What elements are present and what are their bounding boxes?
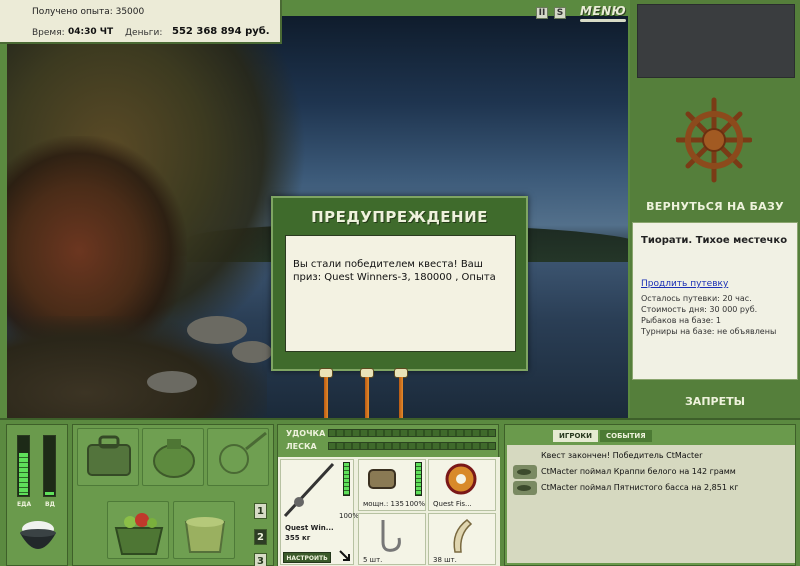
dialog-message: Вы стали победителем квеста! Ваш приз: Q… [293,259,496,283]
pause-button[interactable]: II [536,7,548,19]
rod-cell[interactable]: 100% Quest Win... 355 кг НАСТРОИТЬ [280,459,359,565]
cauldron-icon[interactable] [15,517,61,561]
basket-slot[interactable] [107,501,169,559]
trip-remaining: Осталось путевки: 20 час. [641,294,752,303]
fishers-count: Рыбаков на базе: 1 [641,316,721,325]
rock [232,341,272,363]
inventory-panel: 1 2 3 [72,424,274,566]
meters-panel: ЕДА ВД [6,424,68,566]
preview-screen [637,4,795,78]
line-cell[interactable]: Quest Fis... [428,459,496,511]
time-value: 04:30 ЧТ [68,27,114,37]
bottom-panel: ЕДА ВД 1 2 3 УДОЧКА ЛЕСКА 100% Quest Win… [0,418,800,566]
location-card: Тиорати. Тихое местечко Продлить путевку… [632,222,798,380]
line-tension-track [328,442,496,450]
line-name: Quest Fis... [433,500,472,508]
right-panel: ВЕРНУТЬСЯ НА БАЗУ Тиорати. Тихое местечк… [630,0,800,418]
arrow-down-right-icon [339,550,350,561]
line-spool-icon [445,463,477,495]
tab-events[interactable]: СОБЫТИЯ [599,430,652,442]
vodka-meter [43,435,56,497]
reel-icon [368,469,396,489]
net-slot[interactable] [207,428,269,486]
experience-text: Получено опыта: 35000 [32,7,145,17]
food-meter [17,435,30,497]
food-label: ЕДА [17,501,32,508]
rod-durability-bar [343,462,350,496]
game-root: Получено опыта: 35000 Время: 04:30 ЧТ Де… [0,0,800,566]
bait-count: 38 шт. [433,556,457,564]
money-value: 552 368 894 руб. [172,26,270,37]
event-message: Квест закончен! Победитель CtMacter [541,451,703,460]
line-tension-label: ЛЕСКА [286,442,317,451]
fish-icon [513,481,537,495]
reel-percent: 100% [405,500,426,508]
tournaments-info: Турниры на базе: не объявлены [641,327,777,336]
fish-icon [513,465,537,479]
rock [187,316,247,344]
bucket-slot[interactable] [173,501,235,559]
rock [147,371,197,393]
rod-tension-label: УДОЧКА [286,429,326,438]
menu-button[interactable]: MENЮ [580,4,626,22]
inventory-page-2[interactable]: 2 [254,529,267,545]
setup-button[interactable]: НАСТРОИТЬ [283,552,331,563]
rod-float[interactable] [390,368,412,418]
extend-trip-link[interactable]: Продлить путевку [641,279,728,289]
events-log: Квест закончен! Победитель CtMacter CtMa… [507,445,795,563]
tackle-grid: 100% Quest Win... 355 кг НАСТРОИТЬ мощн.… [278,457,500,566]
hook-cell[interactable]: 5 шт. [358,513,426,565]
hook-count: 5 шт. [363,556,383,564]
tackle-panel: УДОЧКА ЛЕСКА 100% Quest Win... 355 кг НА… [277,424,500,566]
bait-icon [453,519,473,553]
events-panel: ИГРОКИ СОБЫТИЯ Квест закончен! Победител… [504,424,796,566]
bait-cell[interactable]: 38 шт. [428,513,496,565]
inventory-page-1[interactable]: 1 [254,503,267,519]
tab-players[interactable]: ИГРОКИ [553,430,598,442]
rod-icon [283,462,335,518]
status-bar: Получено опыта: 35000 Время: 04:30 ЧТ Де… [0,0,282,44]
reel-cell[interactable]: мощн.: 135 100% [358,459,426,511]
sound-button[interactable]: S [554,7,566,19]
return-to-base-button[interactable]: ВЕРНУТЬСЯ НА БАЗУ [630,200,800,213]
rod-float[interactable] [356,368,378,418]
rod-tension-track [328,429,496,437]
tackle-box-slot[interactable] [77,428,139,486]
dialog-title: ПРЕДУПРЕЖДЕНИЕ [311,208,488,226]
warning-dialog[interactable]: ПРЕДУПРЕЖДЕНИЕ Вы стали победителем квес… [271,196,528,371]
hook-icon [381,520,401,552]
event-message: CtMacter поймал Краппи белого на 142 гра… [541,467,736,476]
dialog-body: Вы стали победителем квеста! Ваш приз: Q… [285,235,516,352]
reel-power: мощн.: 135 [363,500,404,508]
time-label: Время: [32,28,65,38]
rod-name: Quest Win... [285,524,334,532]
rod-weight: 355 кг [285,534,311,542]
events-tabs: ИГРОКИ СОБЫТИЯ [553,430,652,442]
ship-wheel-icon[interactable] [676,96,752,192]
inventory-page-3[interactable]: 3 [254,553,267,566]
rod-percent: 100% [339,512,360,520]
day-cost: Стоимость дня: 30 000 руб. [641,305,758,314]
top-controls: II S [536,6,566,20]
reel-durability-bar [415,462,422,496]
vodka-label: ВД [45,501,55,508]
event-message: CtMacter поймал Пятнистого басса на 2,85… [541,483,739,492]
location-title: Тиорати. Тихое местечко [641,235,788,246]
rod-float[interactable] [315,368,337,418]
money-label: Деньги: [125,28,163,38]
bans-button[interactable]: ЗАПРЕТЫ [630,395,800,408]
bag-slot[interactable] [142,428,204,486]
